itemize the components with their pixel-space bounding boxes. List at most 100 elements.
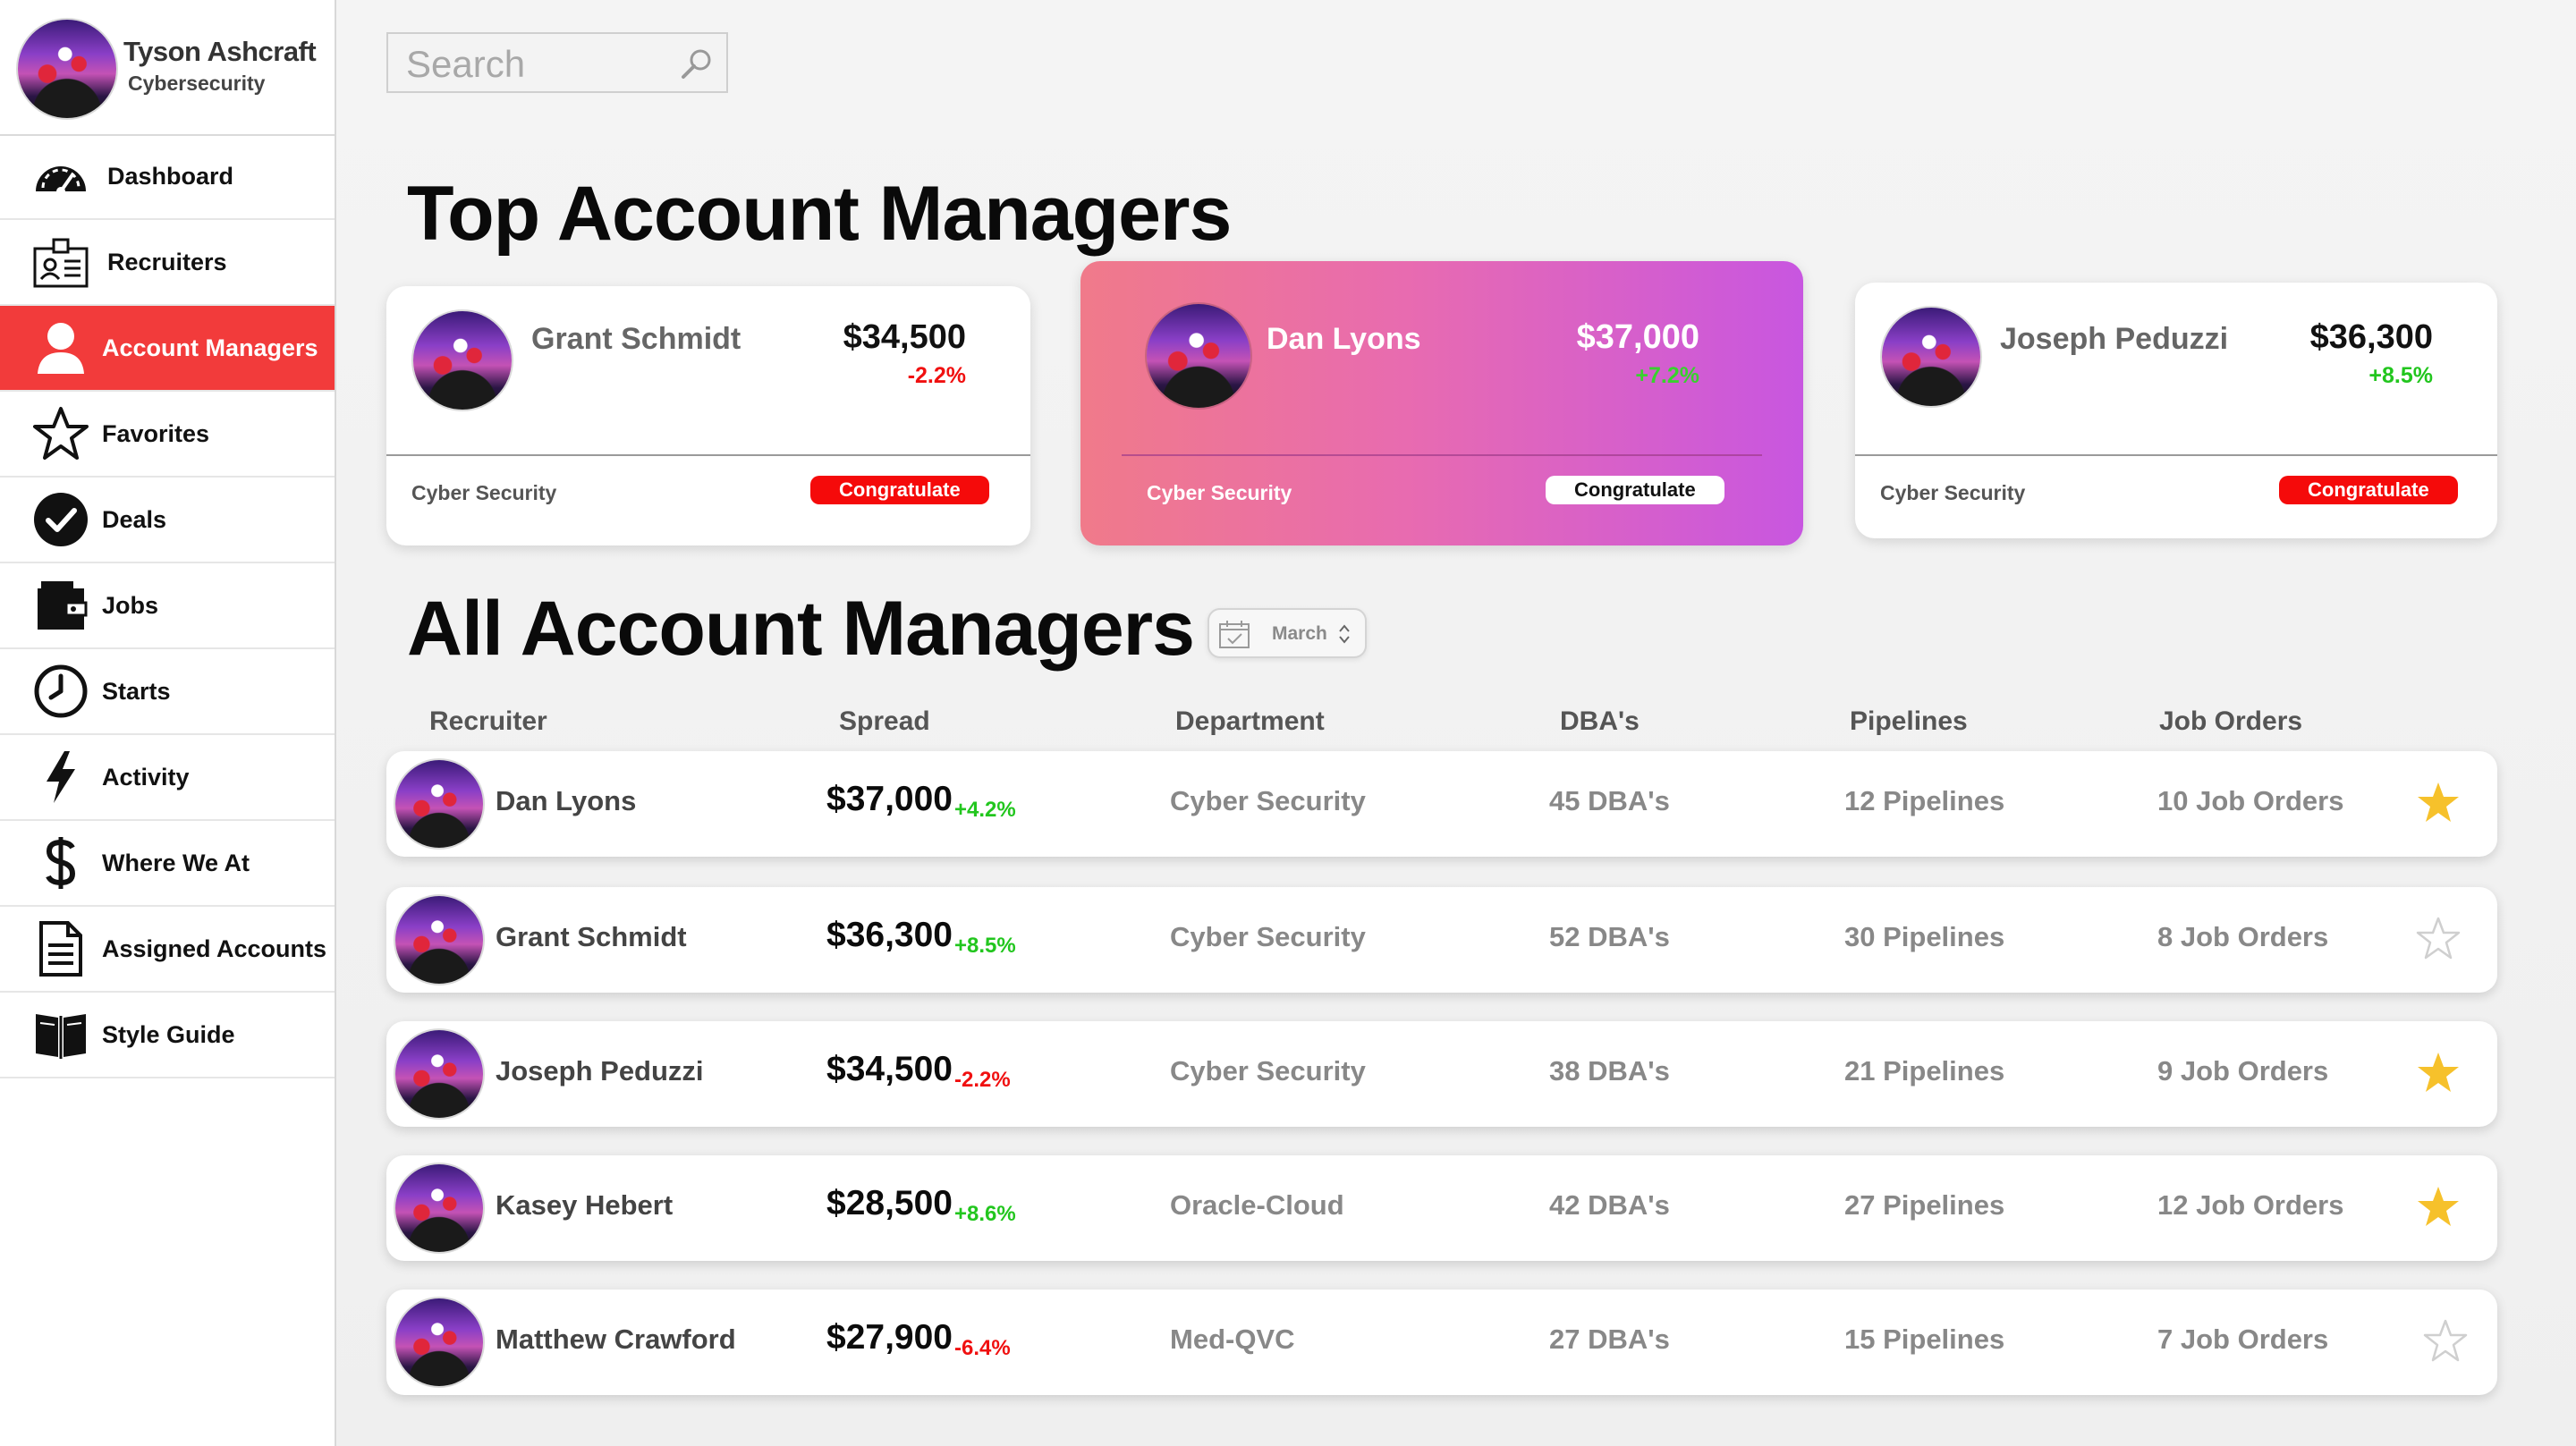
user-icon [32, 319, 89, 376]
row-pipelines: 27 Pipelines [1844, 1189, 2005, 1221]
favorite-star-outline-icon[interactable] [2422, 1318, 2469, 1365]
card-department: Cyber Security [411, 481, 557, 504]
row-dbas: 45 DBA's [1549, 785, 1670, 816]
profile-header: Tyson Ashcraft Cybersecurity [0, 0, 335, 136]
row-department: Cyber Security [1170, 785, 1366, 816]
sidebar-item-label: Account Managers [102, 334, 318, 361]
row-avatar [395, 760, 483, 848]
row-spread: $37,000 [826, 780, 953, 818]
top-card-featured: Dan Lyons $37,000 +7.2% Cyber Security C… [1080, 261, 1803, 545]
card-change: +8.5% [2368, 363, 2433, 388]
table-row[interactable]: Dan Lyons $37,000 +4.2% Cyber Security 4… [386, 751, 2497, 857]
sidebar-item-account-managers[interactable]: Account Managers [0, 306, 335, 392]
month-label: March [1272, 623, 1327, 644]
row-avatar [395, 1298, 483, 1386]
card-change: -2.2% [907, 363, 966, 388]
row-pipelines: 21 Pipelines [1844, 1055, 2005, 1087]
sidebar-item-label: Favorites [102, 419, 210, 447]
table-row[interactable]: Kasey Hebert $28,500 +8.6% Oracle-Cloud … [386, 1155, 2497, 1261]
chevron-updown-icon [1338, 622, 1351, 646]
row-job-orders: 12 Job Orders [2157, 1189, 2344, 1221]
row-job-orders: 10 Job Orders [2157, 785, 2344, 816]
card-avatar [1882, 308, 1980, 406]
sidebar-item-activity[interactable]: Activity [0, 735, 335, 821]
sidebar-item-deals[interactable]: Deals [0, 478, 335, 563]
table-row[interactable]: Grant Schmidt $36,300 +8.5% Cyber Securi… [386, 887, 2497, 993]
column-header-job-orders[interactable]: Job Orders [2159, 706, 2302, 737]
sidebar-item-assigned-accounts[interactable]: Assigned Accounts [0, 907, 335, 993]
row-spread: $34,500 [826, 1050, 953, 1088]
row-job-orders: 7 Job Orders [2157, 1323, 2329, 1355]
sidebar: Tyson Ashcraft Cybersecurity Dashboard R… [0, 0, 336, 1446]
favorite-star-outline-icon[interactable] [2415, 916, 2462, 962]
sidebar-item-jobs[interactable]: Jobs [0, 563, 335, 649]
row-name: Joseph Peduzzi [496, 1055, 704, 1087]
table-row[interactable]: Matthew Crawford $27,900 -6.4% Med-QVC 2… [386, 1290, 2497, 1395]
check-circle-icon [32, 491, 89, 548]
search-input[interactable] [404, 41, 676, 88]
document-icon [32, 920, 89, 977]
profile-role: Cybersecurity [128, 72, 266, 95]
row-avatar [395, 1030, 483, 1118]
sidebar-item-label: Dashboard [107, 162, 234, 190]
wallet-icon [32, 577, 89, 634]
favorite-star-filled-icon[interactable] [2415, 1184, 2462, 1230]
card-name: Dan Lyons [1267, 322, 1421, 356]
column-header-recruiter[interactable]: Recruiter [429, 706, 547, 737]
row-pipelines: 30 Pipelines [1844, 921, 2005, 952]
row-dbas: 42 DBA's [1549, 1189, 1670, 1221]
congratulate-button[interactable]: Congratulate [810, 476, 989, 504]
book-icon [32, 1006, 89, 1063]
sidebar-item-label: Where We At [102, 849, 250, 876]
sidebar-item-label: Activity [102, 763, 190, 791]
column-header-dbas[interactable]: DBA's [1560, 706, 1640, 737]
column-header-pipelines[interactable]: Pipelines [1850, 706, 1968, 737]
row-spread: $36,300 [826, 916, 953, 954]
sidebar-item-recruiters[interactable]: Recruiters [0, 220, 335, 306]
column-header-department[interactable]: Department [1175, 706, 1325, 737]
card-avatar [413, 311, 512, 410]
calendar-check-icon [1218, 619, 1250, 649]
row-name: Dan Lyons [496, 785, 637, 816]
card-change: +7.2% [1635, 363, 1699, 388]
top-section-title: Top Account Managers [407, 171, 1232, 257]
favorite-star-filled-icon[interactable] [2415, 780, 2462, 826]
row-name: Kasey Hebert [496, 1189, 674, 1221]
sidebar-item-style-guide[interactable]: Style Guide [0, 993, 335, 1078]
sidebar-item-label: Style Guide [102, 1020, 235, 1048]
row-change: +8.5% [954, 934, 1016, 958]
sidebar-item-where-we-at[interactable]: Where We At [0, 821, 335, 907]
sidebar-nav: Dashboard Recruiters Account Managers Fa… [0, 134, 335, 1078]
card-name: Joseph Peduzzi [2000, 322, 2229, 356]
profile-avatar[interactable] [18, 20, 116, 118]
row-change: -2.2% [954, 1068, 1011, 1092]
card-divider [1855, 454, 2497, 456]
row-department: Med-QVC [1170, 1323, 1295, 1355]
month-select[interactable]: March [1208, 608, 1367, 658]
sidebar-item-label: Assigned Accounts [102, 934, 327, 962]
search-icon[interactable] [678, 47, 714, 82]
card-amount: $37,000 [1576, 318, 1699, 356]
column-header-spread[interactable]: Spread [839, 706, 930, 737]
row-pipelines: 15 Pipelines [1844, 1323, 2005, 1355]
top-card: Grant Schmidt $34,500 -2.2% Cyber Securi… [386, 286, 1030, 545]
table-row[interactable]: Joseph Peduzzi $34,500 -2.2% Cyber Secur… [386, 1021, 2497, 1127]
row-change: -6.4% [954, 1336, 1011, 1360]
row-name: Matthew Crawford [496, 1323, 736, 1355]
favorite-star-filled-icon[interactable] [2415, 1050, 2462, 1096]
congratulate-button[interactable]: Congratulate [2279, 476, 2458, 504]
row-change: +8.6% [954, 1202, 1016, 1226]
sidebar-item-favorites[interactable]: Favorites [0, 392, 335, 478]
sidebar-item-starts[interactable]: Starts [0, 649, 335, 735]
congratulate-button[interactable]: Congratulate [1546, 476, 1724, 504]
sidebar-item-label: Recruiters [107, 248, 227, 275]
lightning-icon [32, 748, 89, 806]
sidebar-item-dashboard[interactable]: Dashboard [0, 134, 335, 220]
card-department: Cyber Security [1880, 481, 2026, 504]
clock-icon [32, 663, 89, 720]
row-department: Oracle-Cloud [1170, 1189, 1344, 1221]
sidebar-item-label: Deals [102, 505, 167, 533]
card-amount: $36,300 [2309, 318, 2433, 356]
row-dbas: 38 DBA's [1549, 1055, 1670, 1087]
dollar-icon [32, 834, 89, 892]
